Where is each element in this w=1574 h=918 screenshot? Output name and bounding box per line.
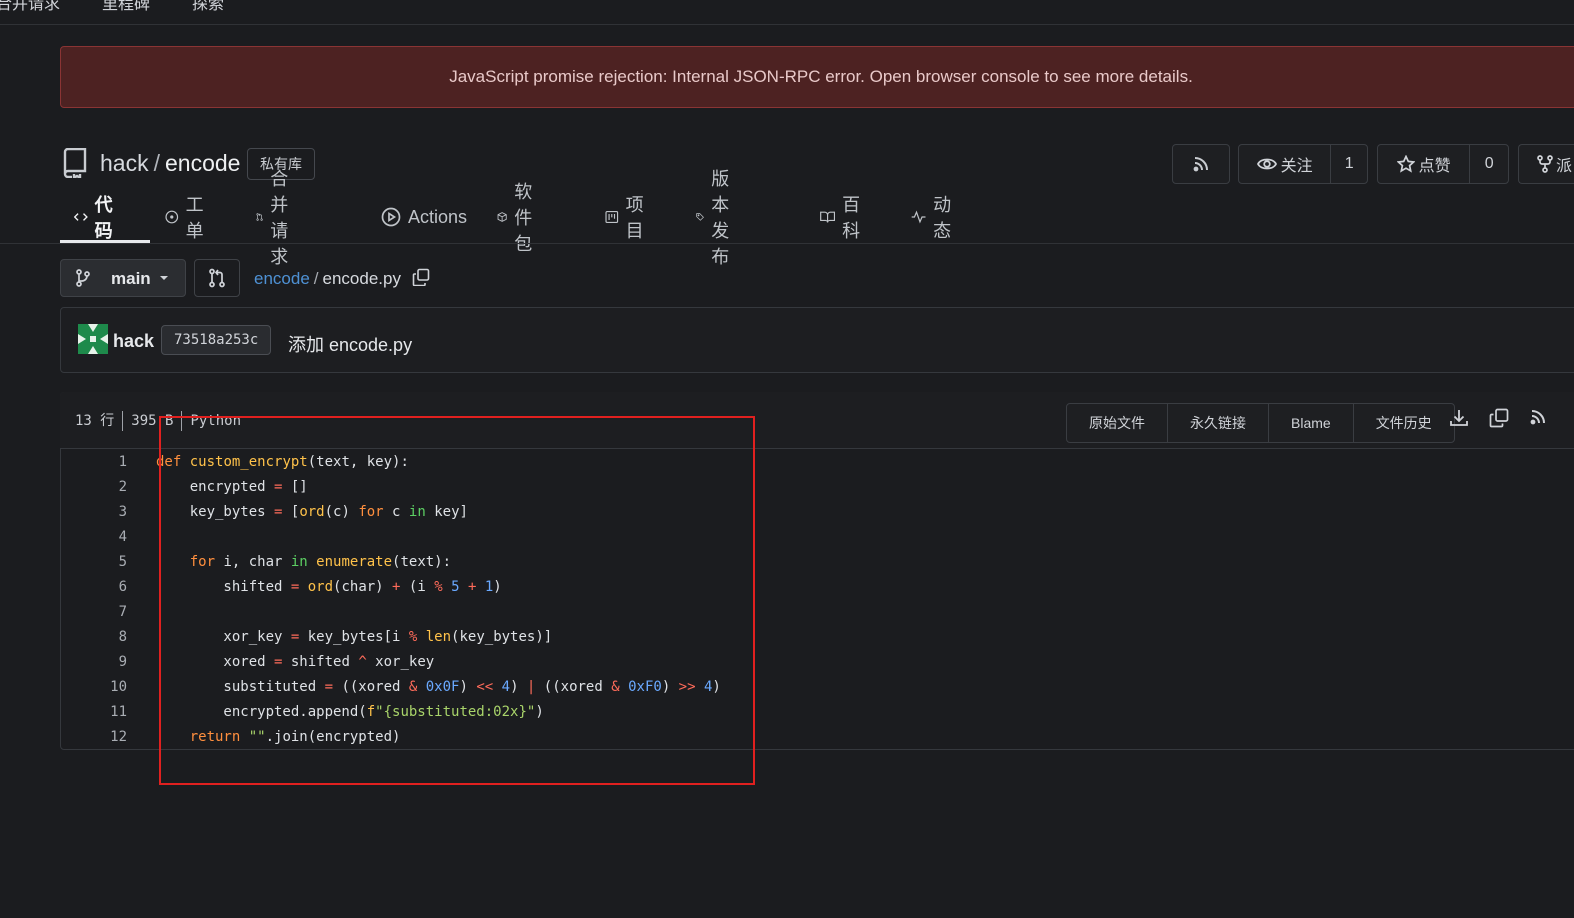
permalink-button[interactable]: 永久链接 xyxy=(1167,404,1268,442)
tab-releases[interactable]: 版本发布 xyxy=(696,169,741,267)
star-button-group: 点赞 0 xyxy=(1377,144,1509,184)
error-banner: JavaScript promise rejection: Internal J… xyxy=(60,46,1574,108)
pulse-icon xyxy=(911,210,926,224)
tab-actions-label: Actions xyxy=(408,206,468,227)
line-number[interactable]: 3 xyxy=(87,504,127,520)
tab-activity[interactable]: 动态 xyxy=(911,195,958,241)
eye-icon xyxy=(1256,158,1277,170)
breadcrumb-repo-link[interactable]: encode xyxy=(254,269,310,288)
repo-title-separator: / xyxy=(153,150,160,176)
tab-issues-label: 工单 xyxy=(185,195,204,241)
history-button[interactable]: 文件历史 xyxy=(1352,404,1454,442)
watch-button[interactable]: 关注 xyxy=(1239,145,1330,183)
rss-button[interactable] xyxy=(1172,144,1230,184)
line-number[interactable]: 5 xyxy=(87,554,127,570)
repo-icon xyxy=(62,147,88,183)
fork-icon xyxy=(1537,155,1553,173)
code-icon xyxy=(74,213,88,221)
tab-packages-label: 软件包 xyxy=(514,182,533,254)
tab-projects-label: 项目 xyxy=(625,195,644,241)
tab-code[interactable]: 代码 xyxy=(74,195,119,241)
tab-code-label: 代码 xyxy=(94,195,113,241)
repo-title: hack / encode xyxy=(100,150,240,177)
raw-button[interactable]: 原始文件 xyxy=(1067,404,1167,442)
star-button[interactable]: 点赞 xyxy=(1378,145,1469,183)
highlight-annotation-box xyxy=(159,416,755,785)
compare-button[interactable] xyxy=(194,259,240,297)
breadcrumb-separator: / xyxy=(313,269,319,288)
branch-icon xyxy=(76,269,90,287)
issue-icon xyxy=(165,210,179,224)
tab-actions[interactable]: Actions xyxy=(381,196,467,238)
avatar[interactable] xyxy=(78,324,108,354)
commit-message[interactable]: 添加 encode.py xyxy=(288,331,412,357)
watch-label: 关注 xyxy=(1280,158,1313,175)
line-number[interactable]: 12 xyxy=(87,729,127,745)
tab-packages[interactable]: 软件包 xyxy=(497,182,542,254)
repo-owner-link[interactable]: hack xyxy=(100,150,149,176)
blame-button[interactable]: Blame xyxy=(1268,404,1353,442)
tab-pull-requests[interactable]: 合并请求 xyxy=(256,169,299,267)
tab-issues[interactable]: 工单 xyxy=(165,195,210,241)
tab-activity-label: 动态 xyxy=(933,195,952,241)
tab-pull-requests-label: 合并请求 xyxy=(270,169,289,267)
watch-button-group: 关注 1 xyxy=(1238,144,1368,184)
line-number[interactable]: 6 xyxy=(87,579,127,595)
line-number[interactable]: 4 xyxy=(87,529,127,545)
star-count[interactable]: 0 xyxy=(1469,145,1508,183)
top-nav-item-pulls[interactable]: 合并请求 xyxy=(0,0,60,14)
repo-name-link[interactable]: encode xyxy=(165,150,240,176)
tab-projects[interactable]: 项目 xyxy=(605,195,650,241)
watch-count[interactable]: 1 xyxy=(1330,145,1367,183)
breadcrumb-file: encode.py xyxy=(322,269,401,288)
file-rss-icon[interactable] xyxy=(1529,408,1555,432)
star-label: 点赞 xyxy=(1418,158,1451,175)
error-banner-text: JavaScript promise rejection: Internal J… xyxy=(449,67,1193,86)
file-actions: 原始文件 永久链接 Blame 文件历史 xyxy=(1066,403,1455,443)
line-number[interactable]: 7 xyxy=(87,604,127,620)
tab-releases-label: 版本发布 xyxy=(711,169,730,267)
tab-wiki[interactable]: 百科 xyxy=(820,195,867,241)
line-number[interactable]: 10 xyxy=(87,679,127,695)
fork-label: 派 xyxy=(1556,158,1573,175)
breadcrumb: encode / encode.py xyxy=(254,268,430,289)
chevron-down-icon xyxy=(160,276,168,280)
line-number[interactable]: 11 xyxy=(87,704,127,720)
tabs-divider xyxy=(0,243,1574,244)
play-icon xyxy=(381,207,401,227)
book-icon xyxy=(820,211,836,223)
project-icon xyxy=(605,210,619,224)
package-icon xyxy=(497,212,507,222)
commit-sha[interactable]: 73518a253c xyxy=(161,325,272,355)
top-nav: 合并请求 里程碑 探索 xyxy=(0,0,1574,25)
tab-wiki-label: 百科 xyxy=(842,195,861,241)
fork-button[interactable]: 派 xyxy=(1518,144,1574,184)
branch-selector[interactable]: main xyxy=(60,259,186,297)
file-line-count: 13 行 xyxy=(75,413,115,429)
line-number[interactable]: 9 xyxy=(87,654,127,670)
line-number[interactable]: 8 xyxy=(87,629,127,645)
download-icon[interactable] xyxy=(1449,408,1475,432)
star-icon xyxy=(1396,155,1415,173)
line-number[interactable]: 2 xyxy=(87,479,127,495)
line-number[interactable]: 1 xyxy=(87,454,127,470)
pull-request-icon xyxy=(209,268,225,288)
commit-author[interactable]: hack xyxy=(113,331,154,352)
copy-path-icon[interactable] xyxy=(412,268,430,287)
branch-name: main xyxy=(111,269,151,288)
top-nav-item-explore[interactable]: 探索 xyxy=(192,0,224,14)
pull-request-icon xyxy=(256,213,263,221)
tag-icon xyxy=(696,213,704,221)
copy-content-icon[interactable] xyxy=(1489,408,1515,432)
top-nav-item-milestones[interactable]: 里程碑 xyxy=(102,0,150,14)
rss-icon xyxy=(1173,145,1229,183)
